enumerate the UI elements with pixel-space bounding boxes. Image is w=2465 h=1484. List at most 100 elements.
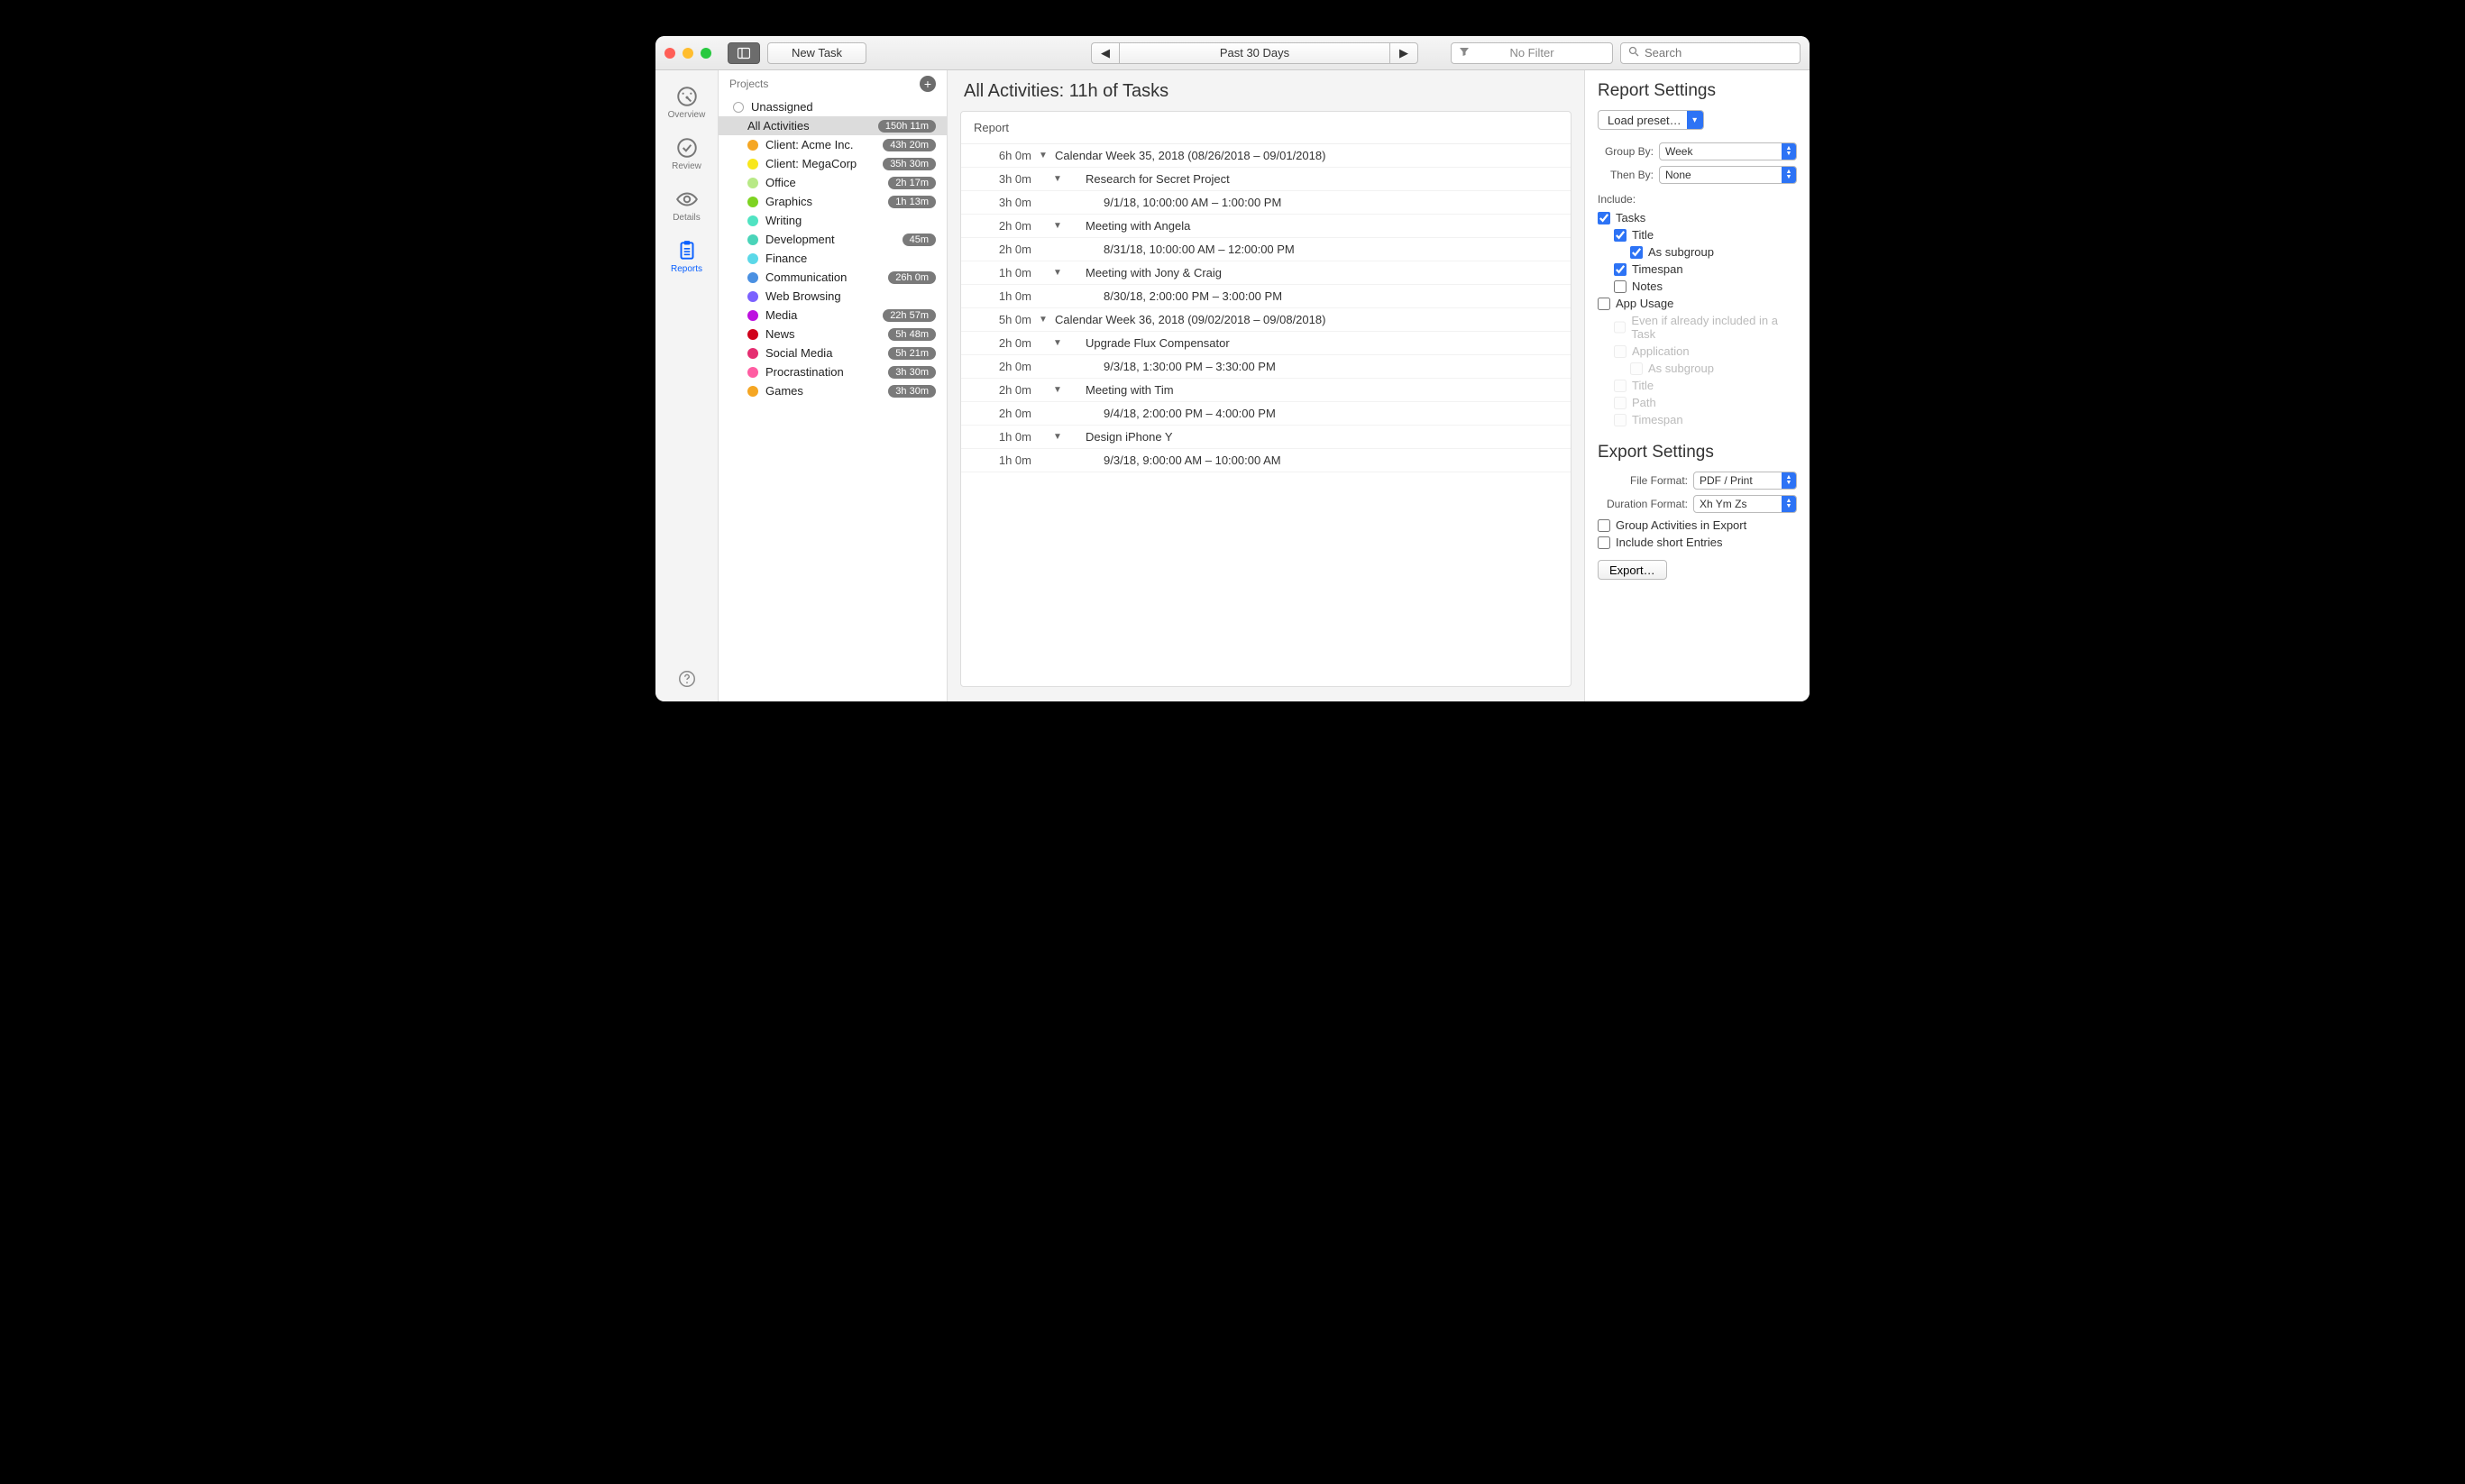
disclosure-triangle-icon[interactable]: ▼ [1039, 151, 1048, 160]
report-row[interactable]: 2h 0m▼Meeting with Angela [961, 215, 1571, 238]
include-title-checkbox[interactable]: Title [1598, 228, 1797, 242]
include-tasks-checkbox[interactable]: Tasks [1598, 211, 1797, 224]
group-by-value: Week [1665, 145, 1692, 158]
export-button[interactable]: Export… [1598, 560, 1667, 580]
project-row[interactable]: Media22h 57m [719, 306, 947, 325]
include-application-checkbox: Application [1598, 344, 1797, 358]
then-by-select[interactable]: None ▲▼ [1659, 166, 1797, 184]
checkbox-label: Group Activities in Export [1616, 518, 1746, 532]
add-project-button[interactable]: + [920, 76, 936, 92]
search-field[interactable] [1620, 42, 1801, 64]
project-row[interactable]: Client: Acme Inc.43h 20m [719, 135, 947, 154]
report-row[interactable]: 6h 0m▼Calendar Week 35, 2018 (08/26/2018… [961, 144, 1571, 168]
disclosure-triangle-icon[interactable]: ▼ [1053, 385, 1062, 395]
sidebar-toggle-button[interactable] [728, 42, 760, 64]
project-row[interactable]: News5h 48m [719, 325, 947, 344]
group-activities-checkbox[interactable]: Group Activities in Export [1598, 518, 1797, 532]
project-row[interactable]: Web Browsing [719, 287, 947, 306]
nav-overview[interactable]: Overview [660, 79, 714, 125]
checkbox-input[interactable] [1630, 246, 1643, 259]
project-row[interactable]: Finance [719, 249, 947, 268]
checkbox-input[interactable] [1598, 519, 1610, 532]
project-row[interactable]: Writing [719, 211, 947, 230]
project-row[interactable]: Graphics1h 13m [719, 192, 947, 211]
report-row: 2h 0m9/3/18, 1:30:00 PM – 3:30:00 PM [961, 355, 1571, 379]
checkbox-input[interactable] [1614, 280, 1627, 293]
project-row[interactable]: Social Media5h 21m [719, 344, 947, 362]
include-appusage-checkbox[interactable]: App Usage [1598, 297, 1797, 310]
project-row[interactable]: Procrastination3h 30m [719, 362, 947, 381]
load-preset-button[interactable]: Load preset… ▾ [1598, 110, 1704, 130]
file-format-label: File Format: [1598, 474, 1688, 487]
project-unassigned[interactable]: Unassigned [719, 97, 947, 116]
projects-header: Projects + [719, 70, 947, 97]
file-format-select[interactable]: PDF / Print ▲▼ [1693, 472, 1797, 490]
checkbox-input[interactable] [1598, 298, 1610, 310]
report-row[interactable]: 2h 0m▼Upgrade Flux Compensator [961, 332, 1571, 355]
next-range-button[interactable]: ▶ [1389, 42, 1418, 64]
help-button[interactable] [655, 669, 718, 689]
disclosure-triangle-icon[interactable]: ▼ [1053, 268, 1062, 278]
minimize-window-button[interactable] [683, 48, 693, 59]
project-row[interactable]: Development45m [719, 230, 947, 249]
project-label: Office [765, 176, 881, 189]
eye-icon [675, 188, 699, 211]
project-label: Social Media [765, 346, 881, 360]
duration-format-select[interactable]: Xh Ym Zs ▲▼ [1693, 495, 1797, 513]
search-input[interactable] [1645, 46, 1803, 60]
report-row[interactable]: 2h 0m▼Meeting with Tim [961, 379, 1571, 402]
checkbox-input[interactable] [1598, 536, 1610, 549]
disclosure-triangle-icon[interactable]: ▼ [1039, 315, 1048, 325]
checkbox-input [1614, 321, 1626, 334]
page-title: All Activities: 11h of Tasks [948, 70, 1584, 111]
nav-reports[interactable]: Reports [660, 234, 714, 279]
include-assub-checkbox[interactable]: As subgroup [1598, 245, 1797, 259]
filter-dropdown[interactable]: No Filter [1451, 42, 1613, 64]
project-row[interactable]: Communication26h 0m [719, 268, 947, 287]
updown-icon: ▲▼ [1782, 143, 1796, 160]
nav-review[interactable]: Review [660, 131, 714, 177]
project-label: Games [765, 384, 881, 398]
close-window-button[interactable] [664, 48, 675, 59]
color-dot [747, 348, 758, 359]
window-controls [664, 48, 711, 59]
project-row[interactable]: Office2h 17m [719, 173, 947, 192]
include-timespan-checkbox[interactable]: Timespan [1598, 262, 1797, 276]
report-row[interactable]: 5h 0m▼Calendar Week 36, 2018 (09/02/2018… [961, 308, 1571, 332]
prev-range-button[interactable]: ◀ [1091, 42, 1119, 64]
nav-details[interactable]: Details [660, 182, 714, 228]
disclosure-triangle-icon[interactable]: ▼ [1053, 432, 1062, 442]
report-row[interactable]: 3h 0m▼Research for Secret Project [961, 168, 1571, 191]
disclosure-triangle-icon[interactable]: ▼ [1053, 221, 1062, 231]
duration-badge: 35h 30m [883, 158, 936, 170]
checkbox-label: Even if already included in a Task [1631, 314, 1797, 341]
row-text: 9/3/18, 1:30:00 PM – 3:30:00 PM [1069, 360, 1558, 373]
project-row[interactable]: Games3h 30m [719, 381, 947, 400]
row-text: Design iPhone Y [1069, 430, 1558, 444]
report-settings-title: Report Settings [1598, 81, 1797, 101]
include-short-checkbox[interactable]: Include short Entries [1598, 536, 1797, 549]
duration-badge: 1h 13m [888, 196, 936, 208]
row-text: Meeting with Angela [1069, 219, 1558, 233]
group-by-select[interactable]: Week ▲▼ [1659, 142, 1797, 160]
disclosure-triangle-icon[interactable]: ▼ [1053, 338, 1062, 348]
date-range-button[interactable]: Past 30 Days [1119, 42, 1389, 64]
checkbox-label: Title [1632, 379, 1654, 392]
new-task-button[interactable]: New Task [767, 42, 866, 64]
checkbox-input[interactable] [1614, 229, 1627, 242]
project-all-activities[interactable]: All Activities 150h 11m [719, 116, 947, 135]
report-row[interactable]: 1h 0m▼Meeting with Jony & Craig [961, 261, 1571, 285]
search-icon [1628, 46, 1639, 60]
checkbox-input [1630, 362, 1643, 375]
row-text: 9/3/18, 9:00:00 AM – 10:00:00 AM [1069, 453, 1558, 467]
row-duration: 6h 0m [974, 149, 1031, 162]
include-notes-checkbox[interactable]: Notes [1598, 279, 1797, 293]
color-dot [733, 102, 744, 113]
report-row[interactable]: 1h 0m▼Design iPhone Y [961, 426, 1571, 449]
disclosure-triangle-icon[interactable]: ▼ [1053, 174, 1062, 184]
checkbox-input[interactable] [1614, 263, 1627, 276]
checkbox-input[interactable] [1598, 212, 1610, 224]
zoom-window-button[interactable] [701, 48, 711, 59]
project-row[interactable]: Client: MegaCorp35h 30m [719, 154, 947, 173]
row-text: 9/1/18, 10:00:00 AM – 1:00:00 PM [1069, 196, 1558, 209]
